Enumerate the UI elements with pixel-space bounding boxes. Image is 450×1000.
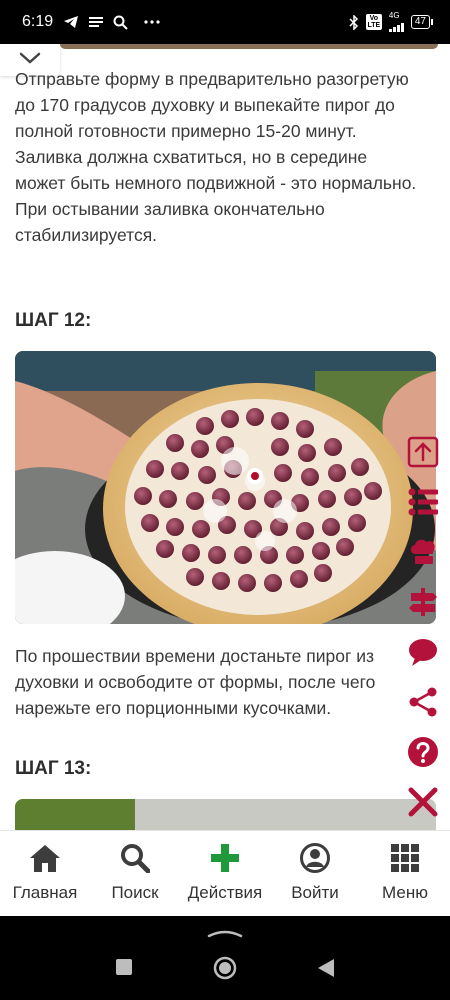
article-content[interactable]: Отправьте форму в предварительно разогре… — [0, 44, 450, 830]
arrow-up-square-icon — [407, 436, 439, 473]
nav-login[interactable]: Войти — [270, 831, 360, 917]
share-icon — [407, 686, 439, 723]
more-dots-icon — [144, 20, 160, 24]
step-12-text: По прошествии времени достаньте пирог из… — [15, 646, 376, 718]
step-11-text: Отправьте форму в предварительно разогре… — [15, 69, 417, 245]
nav-actions[interactable]: Действия — [180, 831, 270, 917]
search-icon — [113, 15, 128, 30]
status-bar: 6:19 Vo LTE 4G 47 — [0, 0, 450, 44]
status-time: 6:19 — [22, 13, 54, 30]
nav-search-label: Поиск — [111, 883, 159, 902]
navigation-button[interactable] — [405, 586, 441, 622]
signpost-icon — [407, 586, 439, 623]
search-icon — [120, 841, 150, 875]
chef-hat-icon — [407, 536, 439, 573]
close-icon — [407, 786, 439, 823]
volte-badge: Vo LTE — [365, 14, 382, 30]
close-tools-button[interactable] — [405, 786, 441, 822]
nav-search[interactable]: Поиск — [90, 831, 180, 917]
network-type: 4G — [388, 11, 400, 20]
previous-step-photo — [60, 44, 438, 49]
step-13-title: ШАГ 13: — [15, 758, 92, 779]
nav-actions-label: Действия — [187, 883, 263, 902]
menu-lines-icon — [89, 16, 104, 28]
user-icon — [300, 841, 330, 875]
telegram-icon — [63, 15, 79, 29]
chef-button[interactable] — [405, 536, 441, 572]
side-toolbar — [404, 436, 442, 836]
step-12-photo — [15, 351, 436, 624]
nav-login-label: Войти — [291, 883, 339, 902]
help-button[interactable] — [405, 736, 441, 772]
system-navigation-bar — [0, 916, 450, 1000]
comment-icon — [407, 636, 439, 673]
recents-button[interactable] — [115, 958, 133, 981]
nav-home[interactable]: Главная — [0, 831, 90, 917]
nav-home-label: Главная — [12, 883, 78, 902]
bluetooth-icon — [349, 14, 359, 30]
comments-button[interactable] — [405, 636, 441, 672]
grid-menu-icon — [390, 841, 420, 875]
bottom-navigation: Главная Поиск Действия Войти Меню — [0, 830, 450, 917]
back-button[interactable] — [317, 958, 335, 983]
nav-menu-label: Меню — [382, 883, 428, 902]
step-13-photo — [15, 799, 436, 830]
signal-icon — [388, 20, 404, 32]
step-12-title: ШАГ 12: — [15, 310, 92, 331]
home-button[interactable] — [213, 956, 237, 985]
battery-indicator: 47 — [410, 15, 434, 29]
nav-menu[interactable]: Меню — [360, 831, 450, 917]
scroll-top-button[interactable] — [405, 436, 441, 472]
home-icon — [29, 841, 61, 875]
help-icon — [407, 736, 439, 773]
plus-icon — [210, 841, 240, 875]
steps-list-button[interactable] — [405, 486, 441, 522]
gesture-handle-icon[interactable] — [205, 926, 245, 944]
list-icon — [407, 486, 439, 523]
share-button[interactable] — [405, 686, 441, 722]
